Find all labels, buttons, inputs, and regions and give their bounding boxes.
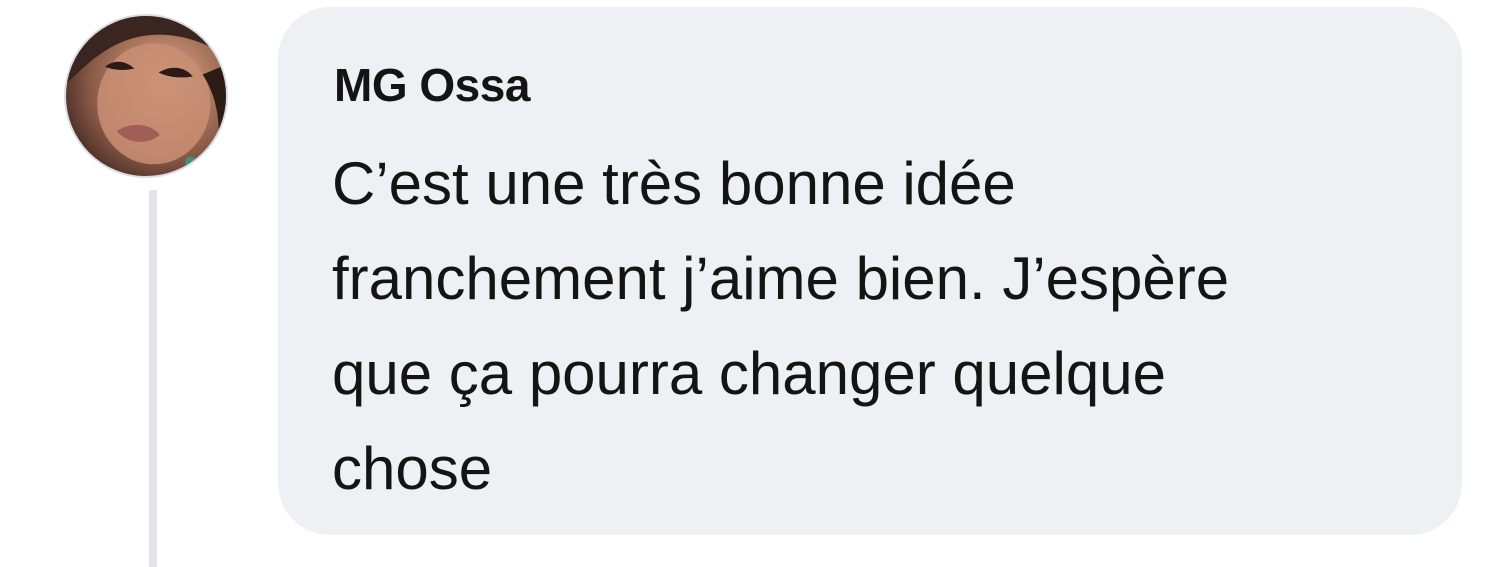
- comment-author[interactable]: MG Ossa: [334, 58, 530, 112]
- comment-line: C’est une très bonne idée: [332, 150, 1016, 217]
- comment-line: franchement j’aime bien. J’espère: [332, 245, 1230, 312]
- thread-line: [149, 190, 157, 567]
- profile-photo-icon: [66, 16, 226, 176]
- comment-text: C’est une très bonne idée franchement j’…: [332, 136, 1432, 516]
- avatar[interactable]: [64, 14, 228, 178]
- comment-line: chose: [332, 435, 493, 502]
- comment-line: que ça pourra changer quelque: [332, 340, 1166, 407]
